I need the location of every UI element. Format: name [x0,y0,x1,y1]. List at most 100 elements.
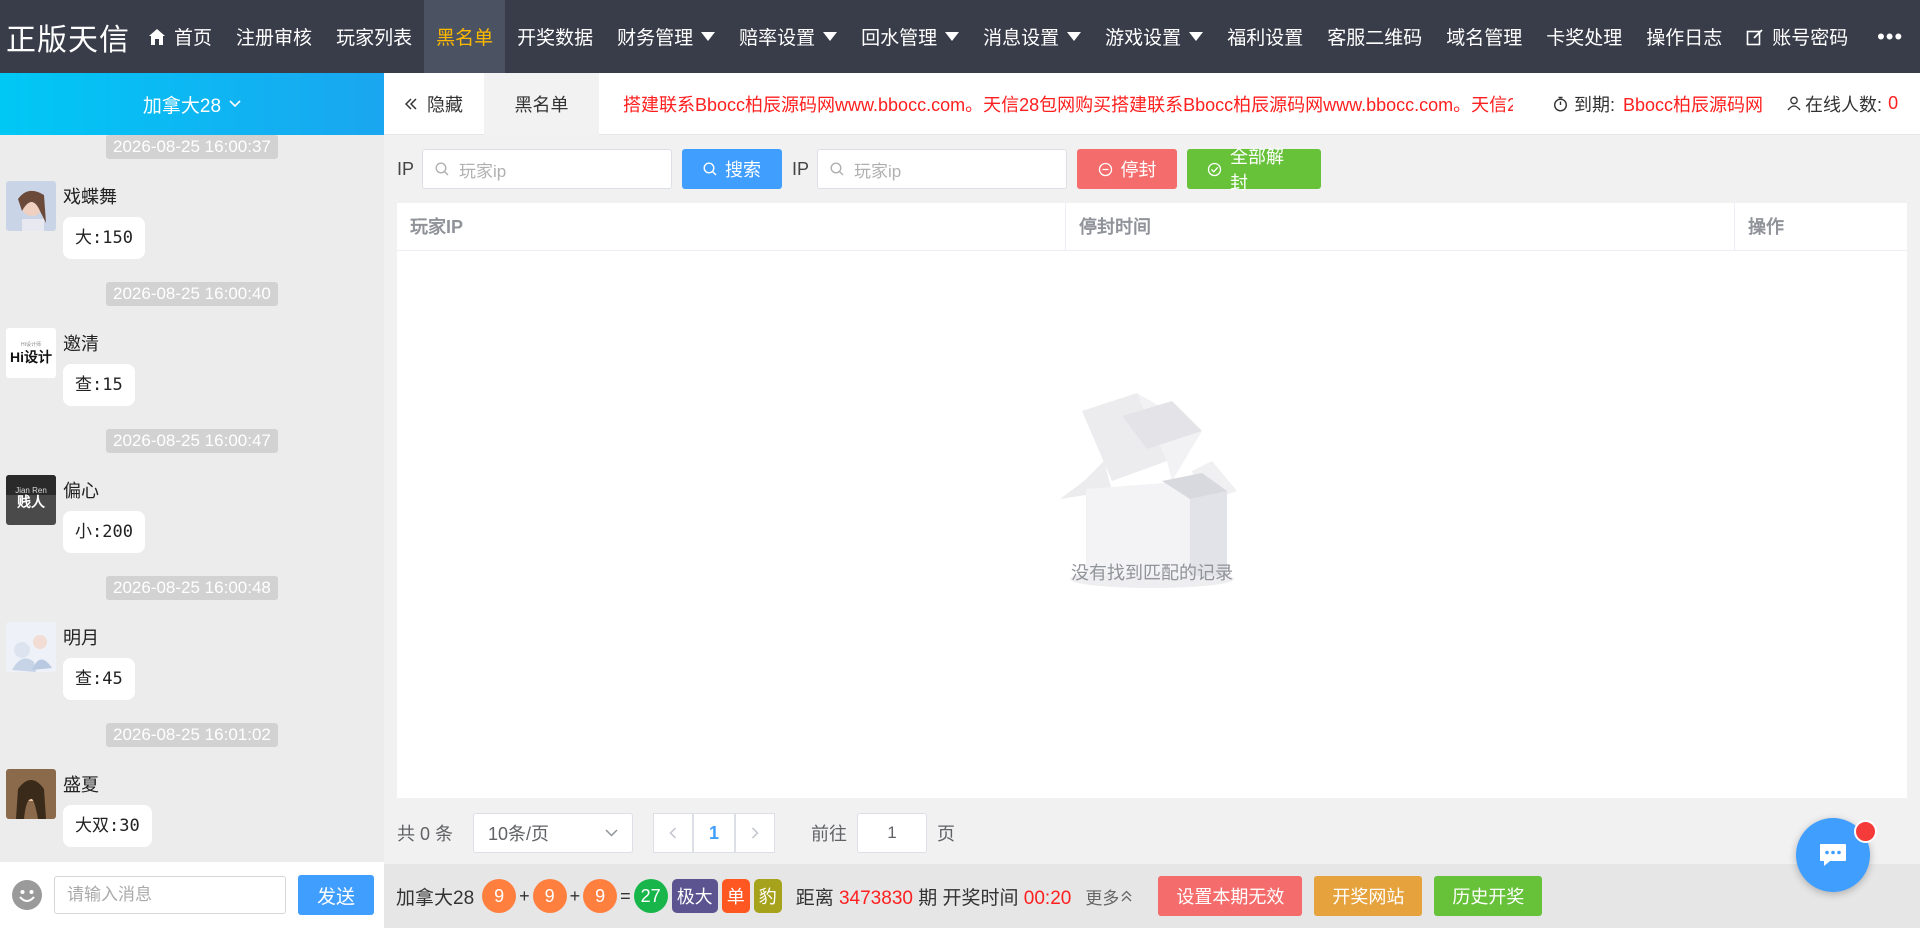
nav-label: 操作日志 [1646,28,1723,49]
double-chevron-up-icon [1121,890,1132,902]
more-icon[interactable]: ••• [1860,0,1920,73]
nav-game[interactable]: 游戏设置 [1093,0,1215,73]
avatar[interactable] [6,622,56,672]
avatar[interactable]: Jian Ren 贱人 [6,475,56,525]
draw-website-button[interactable]: 开奖网站 [1314,876,1423,916]
message-username: 盛夏 [63,775,99,795]
expire-info: 到期: Bbocc柏辰源码网 [1553,91,1763,117]
issue-prefix: 距离 [795,887,834,909]
edit-icon [1746,28,1764,46]
tab-bar: 隐藏 黑名单 搭建联系Bbocc柏辰源码网www.bbocc.com。天信28包… [384,72,1920,135]
search-button[interactable]: 搜索 [682,149,783,189]
message-time: 2026-08-25 16:00:48 [106,576,278,600]
chat-message-input[interactable] [54,876,286,914]
search-ip-placeholder: 玩家ip [459,161,507,181]
nav-stuck-draw[interactable]: 卡奖处理 [1534,0,1634,73]
nav-label: 账号密码 [1772,28,1849,49]
avatar[interactable]: HI设计师 Hi设计 [6,328,56,378]
nav-account-password[interactable]: 账号密码 [1734,0,1860,73]
chat-input-bar: 发送 [0,862,384,928]
countdown: 00:20 [1023,887,1072,909]
room-name: 加拿大28 [142,95,222,117]
search-button-label: 搜索 [725,160,762,180]
avatar-small-text: HI设计师 [21,341,41,348]
hide-sidebar-button[interactable]: 隐藏 [384,73,484,135]
set-invalid-button[interactable]: 设置本期无效 [1158,876,1303,916]
result-tag: 单 [721,879,750,913]
caret-down-icon [1067,32,1082,41]
nav-label: 回水管理 [861,28,938,49]
nav-blacklist[interactable]: 黑名单 [424,0,506,73]
unban-all-button[interactable]: 全部解封 [1187,147,1322,193]
double-chevron-left-icon [405,97,417,110]
unban-all-label: 全部解封 [1230,147,1285,193]
column-header[interactable]: 玩家IP [397,203,1066,251]
nav-register-review[interactable]: 注册审核 [224,0,324,73]
nav-rebate[interactable]: 回水管理 [849,0,971,73]
message-bubble: 查:15 [63,364,135,406]
nav-label: 卡奖处理 [1546,28,1623,49]
ban-button[interactable]: 停封 [1077,149,1178,189]
avatar-text: Hi设计 [10,349,52,365]
page-size-select[interactable]: 10条/页 [473,813,634,853]
home-icon [148,28,166,46]
result-ball: 9 [482,879,517,913]
nav-odds[interactable]: 赔率设置 [727,0,849,73]
message-bubble: 小:200 [63,511,145,553]
column-header[interactable]: 停封时间 [1066,203,1735,251]
nav-oplog[interactable]: 操作日志 [1634,0,1734,73]
chat-message: 2026-08-25 16:00:47 Jian Ren 贱人 偏心 小:200 [0,429,384,575]
chevron-down-icon [605,829,618,837]
caret-down-icon [701,32,716,41]
message-username: 戏蝶舞 [63,187,117,207]
history-draw-button[interactable]: 历史开奖 [1434,876,1543,916]
next-page-button[interactable] [735,813,776,853]
search-icon [435,162,449,176]
check-circle-icon [1207,162,1222,177]
goto-page-input[interactable] [857,813,928,853]
ip-label: IP [397,158,415,179]
more-link[interactable]: 更多 [1085,884,1132,909]
main-content: 隐藏 黑名单 搭建联系Bbocc柏辰源码网www.bbocc.com。天信28包… [384,72,1920,928]
announcement-marquee: 搭建联系Bbocc柏辰源码网www.bbocc.com。天信28包网购买搭建联系… [623,94,1513,115]
chevron-right-icon [751,827,759,839]
page-number[interactable]: 1 [693,813,736,853]
emoji-icon[interactable] [12,880,42,910]
tab-blacklist[interactable]: 黑名单 [484,72,599,135]
nav-welfare[interactable]: 福利设置 [1215,0,1315,73]
nav-finance[interactable]: 财务管理 [605,0,727,73]
total-count: 共 0 条 [397,824,454,844]
nav-player-list[interactable]: 玩家列表 [324,0,424,73]
caret-down-icon [1189,32,1204,41]
result-sum: 27 [633,879,668,913]
search-icon [830,162,844,176]
ban-ip-input[interactable]: 玩家ip [817,149,1068,189]
chat-message: 2026-08-25 16:00:40 HI设计师 Hi设计 邀清 查:15 [0,282,384,428]
goto-suffix: 页 [937,824,956,844]
message-username: 明月 [63,628,99,648]
draw-status-bar: 加拿大28 9 + 9 + 9 = 27 极大 单 豹 距离 3473830 期… [384,864,1920,928]
avatar[interactable] [6,181,56,231]
user-icon [1787,96,1801,111]
brand-logo[interactable]: 正版天信 [0,0,136,73]
nav-label: 福利设置 [1227,28,1304,49]
nav-label: 财务管理 [617,28,694,49]
issue-mid: 期 开奖时间 [918,887,1019,909]
nav-domain[interactable]: 域名管理 [1434,0,1534,73]
nav-home[interactable]: 首页 [136,0,224,73]
prev-page-button[interactable] [653,813,694,853]
more-label: 更多 [1085,888,1120,908]
search-ip-input[interactable]: 玩家ip [422,149,673,189]
room-selector[interactable]: 加拿大28 [0,73,384,135]
avatar[interactable] [6,769,56,819]
nav-label: 消息设置 [983,28,1060,49]
nav-label: 域名管理 [1446,28,1523,49]
page-size-value: 10条/页 [488,824,550,844]
nav-service-qr[interactable]: 客服二维码 [1315,0,1434,73]
equals-sign: = [620,885,631,906]
plus-sign: + [569,885,581,906]
nav-message[interactable]: 消息设置 [971,0,1093,73]
nav-draw-data[interactable]: 开奖数据 [505,0,605,73]
table-header: 玩家IP 停封时间 操作 [397,203,1907,251]
send-button[interactable]: 发送 [298,875,374,915]
